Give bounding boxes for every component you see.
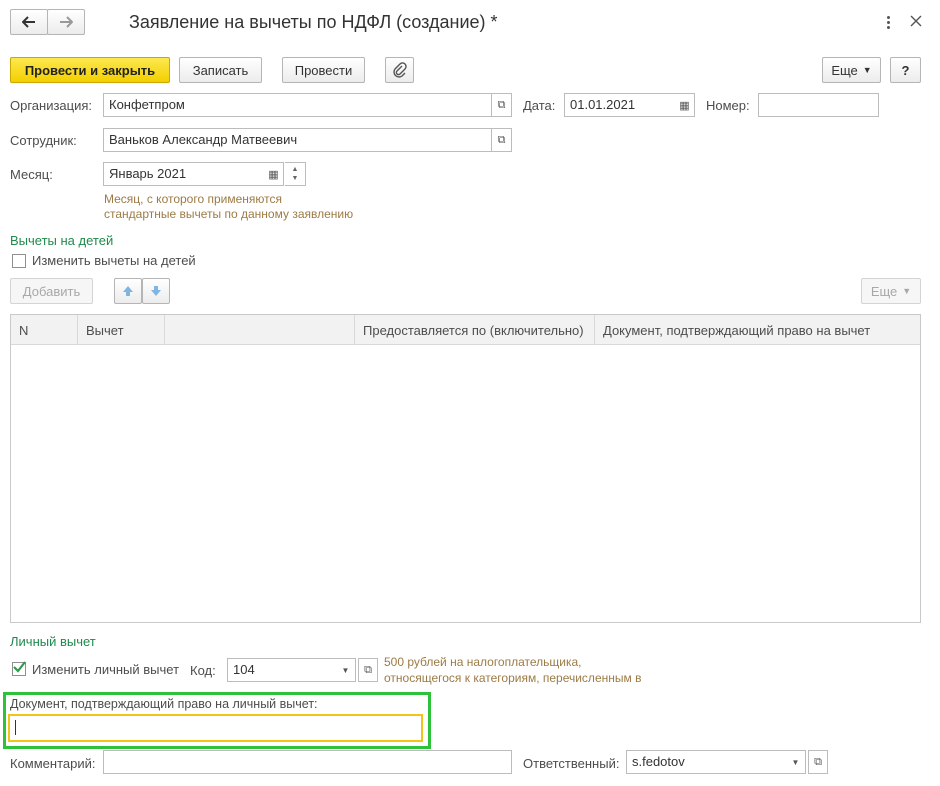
more-vertical-icon[interactable]: [882, 12, 894, 32]
children-table[interactable]: N Вычет Предоставляется по (включительно…: [10, 314, 921, 623]
chevron-down-icon: ▼: [902, 286, 912, 296]
personal-section-title: Личный вычет: [10, 634, 96, 649]
comment-label: Комментарий:: [10, 756, 96, 771]
open-icon[interactable]: ⧉: [492, 93, 512, 117]
month-hint-line-1: Месяц, с которого применяются: [104, 192, 282, 206]
month-field[interactable]: Январь 2021: [103, 162, 265, 186]
document-label: Документ, подтверждающий право на личный…: [10, 697, 318, 711]
code-hint-line-1: 500 рублей на налогоплательщика,: [384, 655, 582, 669]
org-label: Организация:: [10, 98, 93, 113]
employee-field[interactable]: Ваньков Александр Матвеевич: [103, 128, 492, 152]
date-label: Дата:: [523, 98, 556, 113]
more-label: Еще: [831, 62, 858, 78]
month-stepper[interactable]: ▲ ▼: [285, 162, 306, 186]
paperclip-icon: [392, 62, 407, 78]
calendar-icon[interactable]: ▦: [675, 93, 695, 117]
employee-label: Сотрудник:: [10, 133, 77, 148]
code-hint-line-2: относящегося к категориям, перечисленным…: [384, 671, 642, 685]
column-header-blank[interactable]: [165, 315, 355, 345]
chevron-down-icon[interactable]: ▼: [292, 174, 299, 183]
attach-button[interactable]: [385, 57, 414, 83]
column-header-n[interactable]: N: [11, 315, 78, 345]
date-field[interactable]: 01.01.2021: [564, 93, 676, 117]
children-more-label: Еще: [870, 283, 898, 299]
change-personal-checkbox[interactable]: [12, 661, 26, 676]
dropdown-arrow-icon[interactable]: ▼: [336, 658, 356, 682]
more-button[interactable]: Еще ▼: [822, 57, 881, 83]
code-label: Код:: [190, 663, 216, 678]
responsible-field[interactable]: s.fedotov: [626, 750, 787, 774]
children-section-title: Вычеты на детей: [10, 233, 114, 248]
arrow-left-icon: [22, 16, 35, 28]
month-hint-line-2: стандартные вычеты по данному заявлению: [104, 207, 354, 221]
open-icon[interactable]: ⧉: [358, 658, 378, 682]
calendar-icon[interactable]: ▦: [264, 162, 284, 186]
help-button[interactable]: ?: [890, 57, 921, 83]
arrow-down-icon: [151, 286, 161, 296]
move-down-button[interactable]: [142, 278, 170, 304]
code-field[interactable]: 104: [227, 658, 337, 682]
close-icon[interactable]: [909, 14, 923, 28]
open-icon[interactable]: ⧉: [808, 750, 828, 774]
document-field[interactable]: [8, 714, 423, 742]
table-header: N Вычет Предоставляется по (включительно…: [11, 315, 920, 345]
forward-button[interactable]: [47, 9, 85, 35]
add-button[interactable]: Добавить: [10, 278, 93, 304]
post-and-close-button[interactable]: Провести и закрыть: [10, 57, 170, 83]
number-field[interactable]: [758, 93, 879, 117]
save-button[interactable]: Записать: [179, 57, 262, 83]
change-personal-label[interactable]: Изменить личный вычет: [32, 662, 179, 677]
responsible-label: Ответственный:: [523, 756, 620, 771]
dropdown-arrow-icon[interactable]: ▼: [786, 750, 806, 774]
comment-field[interactable]: [103, 750, 512, 774]
change-children-label[interactable]: Изменить вычеты на детей: [32, 253, 196, 268]
chevron-down-icon: ▼: [862, 65, 872, 75]
column-header-until[interactable]: Предоставляется по (включительно): [355, 315, 595, 345]
post-button[interactable]: Провести: [282, 57, 365, 83]
arrow-right-icon: [60, 16, 73, 28]
chevron-up-icon[interactable]: ▲: [292, 165, 299, 174]
checkmark-icon: [13, 661, 26, 673]
month-label: Месяц:: [10, 167, 53, 182]
number-label: Номер:: [706, 98, 750, 113]
move-up-button[interactable]: [114, 278, 142, 304]
text-cursor: [15, 720, 16, 735]
change-children-checkbox[interactable]: [12, 254, 26, 268]
org-field[interactable]: Конфетпром: [103, 93, 492, 117]
open-icon[interactable]: ⧉: [492, 128, 512, 152]
page-title: Заявление на вычеты по НДФЛ (создание) *: [129, 12, 498, 32]
column-header-document[interactable]: Документ, подтверждающий право на вычет: [595, 315, 920, 345]
arrow-up-icon: [123, 286, 133, 296]
children-more-button[interactable]: Еще ▼: [861, 278, 921, 304]
back-button[interactable]: [10, 9, 48, 35]
column-header-deduction[interactable]: Вычет: [78, 315, 165, 345]
